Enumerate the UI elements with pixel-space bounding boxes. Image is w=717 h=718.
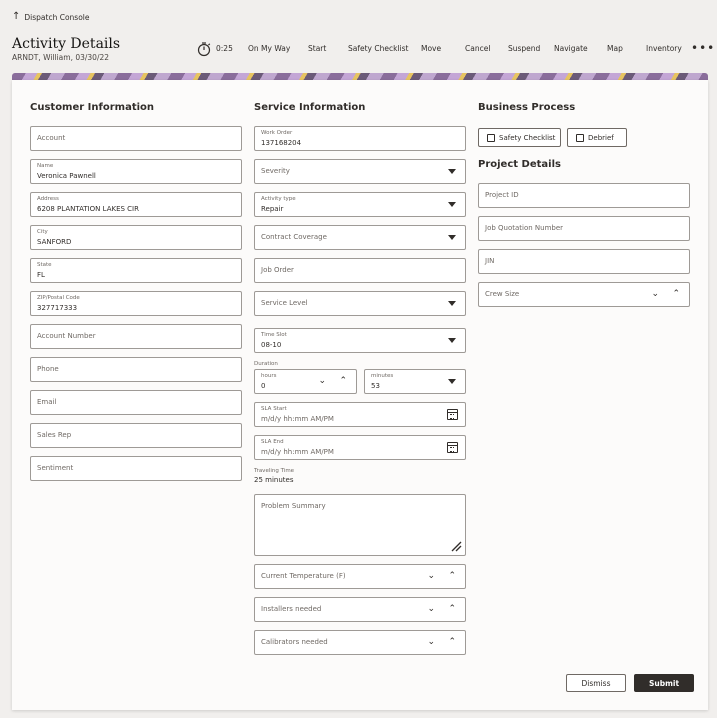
- back-link[interactable]: ↑ Dispatch Console: [12, 12, 90, 22]
- chevron-up-icon[interactable]: ⌃: [448, 571, 456, 581]
- checkbox-icon: [576, 133, 584, 142]
- phone-field[interactable]: Phone: [30, 357, 242, 382]
- duration-label: Duration: [254, 361, 278, 367]
- work-order-field[interactable]: Work Order 137168204: [254, 126, 466, 151]
- traveling-time-value: 25 minutes: [254, 476, 294, 484]
- job-order-field[interactable]: Job Order: [254, 258, 466, 283]
- state-field[interactable]: State FL: [30, 258, 242, 283]
- contract-coverage-select[interactable]: Contract Coverage: [254, 225, 466, 250]
- chevron-up-icon[interactable]: ⌃: [339, 376, 347, 386]
- problem-summary-textarea[interactable]: Problem Summary: [254, 494, 466, 556]
- account-field[interactable]: Account: [30, 126, 242, 151]
- action-toolbar: 0:25 On My Way Start Safety Checklist Mo…: [0, 40, 717, 58]
- caret-down-icon: [448, 338, 456, 343]
- calibrators-needed-stepper[interactable]: Calibrators needed ⌄ ⌃: [254, 630, 466, 655]
- timer-value: 0:25: [216, 44, 233, 53]
- chevron-up-icon[interactable]: ⌃: [448, 637, 456, 647]
- activity-form-card: Customer Information Account Name Veroni…: [12, 80, 708, 710]
- arrow-up-icon: ↑: [12, 11, 21, 22]
- jin-field[interactable]: JIN: [478, 249, 690, 274]
- chevron-down-icon[interactable]: ⌄: [427, 604, 435, 614]
- more-options-icon[interactable]: •••: [691, 42, 715, 54]
- hours-stepper[interactable]: hours 0 ⌄ ⌃: [254, 369, 357, 394]
- calendar-icon[interactable]: [447, 442, 458, 453]
- sla-end-field[interactable]: SLA End m/d/y hh:mm AM/PM: [254, 435, 466, 460]
- chevron-down-icon[interactable]: ⌄: [318, 376, 326, 386]
- traveling-time-label: Traveling Time: [254, 468, 295, 474]
- activity-type-select[interactable]: Activity type Repair: [254, 192, 466, 217]
- sentiment-field[interactable]: Sentiment: [30, 456, 242, 481]
- dismiss-button[interactable]: Dismiss: [566, 674, 626, 692]
- map-button[interactable]: Map: [607, 40, 623, 58]
- project-details-title: Project Details: [478, 159, 561, 170]
- top-bar: ↑ Dispatch Console Activity Details ARND…: [0, 0, 717, 74]
- cancel-button[interactable]: Cancel: [465, 40, 490, 58]
- start-button[interactable]: Start: [308, 40, 326, 58]
- sla-start-field[interactable]: SLA Start m/d/y hh:mm AM/PM: [254, 402, 466, 427]
- safety-checklist-checkbox[interactable]: Safety Checklist: [478, 128, 561, 147]
- business-process-title: Business Process: [478, 102, 576, 113]
- caret-down-icon: [448, 379, 456, 384]
- zip-field[interactable]: ZIP/Postal Code 327717333: [30, 291, 242, 316]
- inventory-button[interactable]: Inventory: [646, 40, 682, 58]
- submit-button[interactable]: Submit: [634, 674, 694, 692]
- back-link-label: Dispatch Console: [24, 12, 90, 22]
- stopwatch-icon[interactable]: [196, 41, 212, 57]
- installers-needed-stepper[interactable]: Installers needed ⌄ ⌃: [254, 597, 466, 622]
- chevron-down-icon[interactable]: ⌄: [651, 289, 659, 299]
- chevron-down-icon[interactable]: ⌄: [427, 571, 435, 581]
- city-field[interactable]: City SANFORD: [30, 225, 242, 250]
- severity-select[interactable]: Severity: [254, 159, 466, 184]
- account-number-field[interactable]: Account Number: [30, 324, 242, 349]
- chevron-down-icon[interactable]: ⌄: [427, 637, 435, 647]
- caret-down-icon: [448, 235, 456, 240]
- caret-down-icon: [448, 301, 456, 306]
- caret-down-icon: [448, 169, 456, 174]
- safety-checklist-button[interactable]: Safety Checklist: [348, 40, 408, 58]
- service-info-title: Service Information: [254, 102, 366, 113]
- minutes-select[interactable]: minutes 53: [364, 369, 466, 394]
- sales-rep-field[interactable]: Sales Rep: [30, 423, 242, 448]
- customer-info-title: Customer Information: [30, 102, 155, 113]
- service-level-select[interactable]: Service Level: [254, 291, 466, 316]
- resize-handle-icon[interactable]: [450, 540, 462, 552]
- calendar-icon[interactable]: [447, 409, 458, 420]
- job-quotation-field[interactable]: Job Quotation Number: [478, 216, 690, 241]
- on-my-way-button[interactable]: On My Way: [248, 40, 290, 58]
- checkbox-icon: [487, 133, 495, 142]
- debrief-checkbox[interactable]: Debrief: [567, 128, 627, 147]
- chevron-up-icon[interactable]: ⌃: [672, 289, 680, 299]
- navigate-button[interactable]: Navigate: [554, 40, 588, 58]
- caret-down-icon: [448, 202, 456, 207]
- chevron-up-icon[interactable]: ⌃: [448, 604, 456, 614]
- current-temperature-stepper[interactable]: Current Temperature (F) ⌄ ⌃: [254, 564, 466, 589]
- move-button[interactable]: Move: [421, 40, 441, 58]
- email-field[interactable]: Email: [30, 390, 242, 415]
- crew-size-stepper[interactable]: Crew Size ⌄ ⌃: [478, 282, 690, 307]
- project-id-field[interactable]: Project ID: [478, 183, 690, 208]
- address-field[interactable]: Address 6208 PLANTATION LAKES CIR: [30, 192, 242, 217]
- suspend-button[interactable]: Suspend: [508, 40, 540, 58]
- time-slot-select[interactable]: Time Slot 08-10: [254, 328, 466, 353]
- name-field[interactable]: Name Veronica Pawnell: [30, 159, 242, 184]
